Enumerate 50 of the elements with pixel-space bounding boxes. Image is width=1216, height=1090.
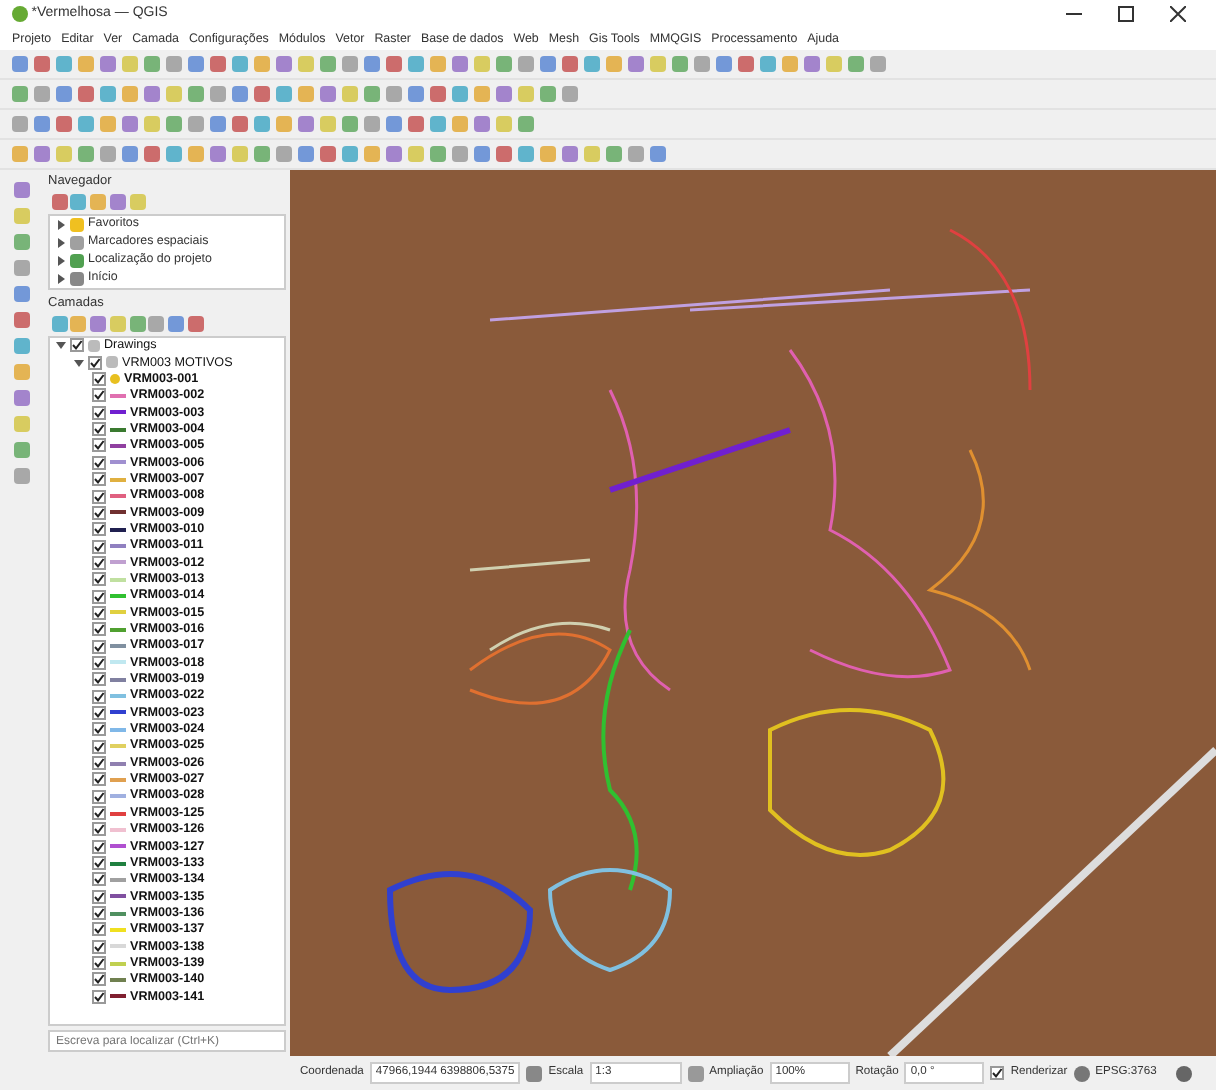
expand-arrow-icon[interactable] bbox=[74, 357, 84, 368]
layer-checkbox[interactable] bbox=[92, 689, 106, 704]
layer-checkbox[interactable] bbox=[92, 555, 106, 570]
layer-checkbox[interactable] bbox=[92, 505, 106, 520]
expand-arrow-icon[interactable] bbox=[56, 219, 66, 229]
maximize-icon[interactable] bbox=[1118, 6, 1134, 22]
layer-checkbox[interactable] bbox=[92, 472, 106, 487]
layer-checkbox[interactable] bbox=[92, 438, 106, 453]
expand-arrow-icon[interactable] bbox=[56, 273, 66, 283]
layer-checkbox[interactable] bbox=[92, 906, 106, 921]
layer-checkbox[interactable] bbox=[92, 806, 106, 821]
render-checkbox[interactable] bbox=[990, 1066, 1005, 1080]
layer-checkbox[interactable] bbox=[92, 372, 106, 387]
layer-checkbox[interactable] bbox=[92, 889, 106, 904]
layer-checkbox[interactable] bbox=[92, 672, 106, 687]
layer-checkbox[interactable] bbox=[92, 939, 106, 954]
layer-checkbox[interactable] bbox=[92, 388, 106, 403]
layer-checkbox[interactable] bbox=[92, 789, 106, 804]
layer-checkbox[interactable] bbox=[88, 355, 102, 370]
layer-checkbox[interactable] bbox=[70, 338, 84, 353]
layer-checkbox[interactable] bbox=[92, 572, 106, 587]
layer-checkbox[interactable] bbox=[92, 756, 106, 771]
layer-checkbox[interactable] bbox=[92, 622, 106, 637]
layer-checkbox[interactable] bbox=[92, 956, 106, 971]
layer-checkbox[interactable] bbox=[92, 872, 106, 887]
layer-checkbox[interactable] bbox=[92, 655, 106, 670]
layer-checkbox[interactable] bbox=[92, 822, 106, 837]
close-icon[interactable] bbox=[1170, 6, 1186, 22]
layer-checkbox[interactable] bbox=[92, 739, 106, 754]
layer-checkbox[interactable] bbox=[92, 589, 106, 604]
layer-checkbox[interactable] bbox=[92, 539, 106, 554]
layer-checkbox[interactable] bbox=[92, 422, 106, 437]
expand-arrow-icon[interactable] bbox=[56, 255, 66, 265]
layer-checkbox[interactable] bbox=[92, 839, 106, 854]
layer-checkbox[interactable] bbox=[92, 772, 106, 787]
layer-checkbox[interactable] bbox=[92, 605, 106, 620]
layer-checkbox[interactable] bbox=[92, 856, 106, 871]
layer-checkbox[interactable] bbox=[92, 705, 106, 720]
layer-checkbox[interactable] bbox=[92, 722, 106, 737]
layer-checkbox[interactable] bbox=[92, 639, 106, 654]
layer-checkbox[interactable] bbox=[92, 972, 106, 987]
layer-checkbox[interactable] bbox=[92, 922, 106, 937]
expand-arrow-icon[interactable] bbox=[56, 237, 66, 247]
layer-checkbox[interactable] bbox=[92, 489, 106, 504]
expand-arrow-icon[interactable] bbox=[56, 340, 66, 351]
layer-checkbox[interactable] bbox=[92, 522, 106, 537]
layer-checkbox[interactable] bbox=[92, 405, 106, 420]
layer-checkbox[interactable] bbox=[92, 455, 106, 470]
layer-checkbox[interactable] bbox=[92, 989, 106, 1004]
qgis-logo-icon bbox=[12, 6, 28, 22]
